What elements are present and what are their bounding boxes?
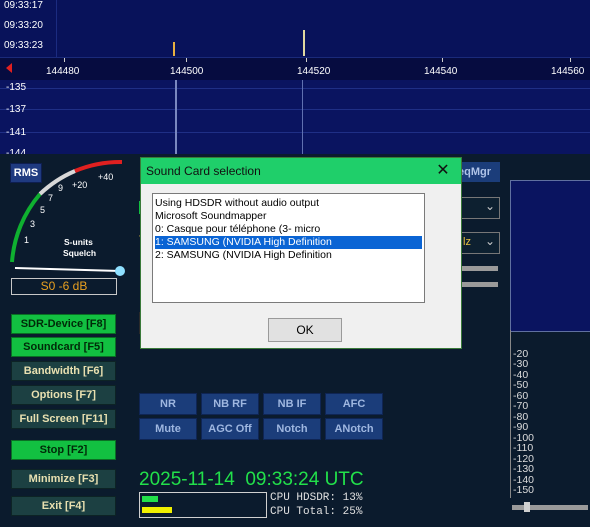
waterfall-timestamp: 09:33:23 <box>4 40 43 51</box>
dialog-title: Sound Card selection <box>146 164 261 178</box>
waterfall-timestamp: 09:33:17 <box>4 0 43 11</box>
dropdown-2[interactable]: lz ⌄ <box>460 232 500 254</box>
dropdown-1[interactable]: ⌄ <box>460 197 500 219</box>
slider-track[interactable] <box>460 282 498 287</box>
nr-button[interactable]: NR <box>139 393 197 415</box>
notch-button[interactable]: Notch <box>263 418 321 440</box>
spectrum-marker <box>175 80 177 154</box>
bandwidth-button[interactable]: Bandwidth [F6] <box>11 361 116 381</box>
list-item[interactable]: Using HDSDR without audio output <box>155 197 422 210</box>
cpu-hdsdr-label: CPU HDSDR: 13% <box>270 492 363 504</box>
cpu-meter <box>139 492 267 518</box>
list-item[interactable]: Microsoft Soundmapper <box>155 210 422 223</box>
frequency-axis[interactable]: 144480 144500 144520 144540 144560 <box>0 57 590 81</box>
frequency-tick: 144520 <box>297 66 331 77</box>
level-meter: -20 -30 -40 -50 -60 -70 -80 -90 -100 -11… <box>508 180 590 520</box>
sound-card-list[interactable]: Using HDSDR without audio output Microso… <box>152 193 425 303</box>
cpu-total-label: CPU Total: 25% <box>270 506 363 518</box>
minimize-button[interactable]: Minimize [F3] <box>11 469 116 489</box>
level-slider-thumb[interactable] <box>524 502 530 512</box>
frequency-tick: 144540 <box>424 66 458 77</box>
ok-button[interactable]: OK <box>268 318 342 342</box>
s-scale-label: 1 <box>24 235 29 245</box>
frequency-tick: 144560 <box>551 66 585 77</box>
eq-manager-button[interactable]: eqMgr <box>458 162 500 182</box>
cpu-total-bar <box>142 507 172 513</box>
waterfall-signal <box>173 42 175 56</box>
s-scale-label: +20 <box>72 180 87 190</box>
s-scale-label: 5 <box>40 205 45 215</box>
s-scale-label: +40 <box>98 172 113 182</box>
s-scale-label: 9 <box>58 183 63 193</box>
s-scale-label: 3 <box>30 219 35 229</box>
spectrum-marker <box>302 80 303 154</box>
nb-rf-button[interactable]: NB RF <box>201 393 259 415</box>
agc-button[interactable]: AGC Off <box>201 418 259 440</box>
s-meter-reading: S0 -6 dB <box>11 278 117 295</box>
sound-card-dialog: Sound Card selection ✕ Using HDSDR witho… <box>140 157 462 349</box>
waterfall-timestamp: 09:33:20 <box>4 20 43 31</box>
cpu-hdsdr-bar <box>142 496 158 502</box>
chevron-down-icon: ⌄ <box>485 234 496 248</box>
list-item[interactable]: 0: Casque pour téléphone (3- micro <box>155 223 422 236</box>
full-screen-button[interactable]: Full Screen [F11] <box>11 409 116 429</box>
waterfall-noise <box>56 0 57 57</box>
s-units-caption: S-units <box>64 237 93 247</box>
utc-clock: 2025-11-14 09:33:24 UTC <box>139 469 364 490</box>
dialog-title-bar[interactable]: Sound Card selection ✕ <box>141 158 461 184</box>
s-scale-label: 7 <box>48 193 53 203</box>
waterfall-display[interactable]: 09:33:17 09:33:20 09:33:23 <box>0 0 590 57</box>
squelch-caption: Squelch <box>63 248 96 258</box>
dropdown-2-value: lz <box>463 236 471 248</box>
chevron-down-icon: ⌄ <box>485 199 496 213</box>
nb-if-button[interactable]: NB IF <box>263 393 321 415</box>
sdr-device-button[interactable]: SDR-Device [F8] <box>11 314 116 334</box>
waterfall-signal <box>303 30 305 56</box>
spectrum-display[interactable]: -135 -137 -141 -144 <box>0 80 590 154</box>
s-meter[interactable]: 1 3 5 7 9 +20 +40 S-units Squelch <box>0 154 140 294</box>
level-meter-display <box>510 180 590 332</box>
frequency-tick: 144480 <box>46 66 80 77</box>
list-item-selected[interactable]: 1: SAMSUNG (NVIDIA High Definition <box>155 236 422 249</box>
anotch-button[interactable]: ANotch <box>325 418 383 440</box>
slider-track[interactable] <box>460 266 498 271</box>
stop-button[interactable]: Stop [F2] <box>11 440 116 460</box>
close-icon[interactable]: ✕ <box>425 158 461 184</box>
db-label: -137 <box>6 104 27 115</box>
db-label: -141 <box>6 127 27 138</box>
db-label: -135 <box>6 82 27 93</box>
soundcard-button[interactable]: Soundcard [F5] <box>11 337 116 357</box>
options-button[interactable]: Options [F7] <box>11 385 116 405</box>
afc-button[interactable]: AFC <box>325 393 383 415</box>
exit-button[interactable]: Exit [F4] <box>11 496 116 516</box>
level-label: -150 <box>513 484 535 496</box>
frequency-tick: 144500 <box>170 66 204 77</box>
list-item[interactable]: 2: SAMSUNG (NVIDIA High Definition <box>155 249 422 262</box>
scroll-left-icon[interactable] <box>6 63 12 73</box>
mute-button[interactable]: Mute <box>139 418 197 440</box>
